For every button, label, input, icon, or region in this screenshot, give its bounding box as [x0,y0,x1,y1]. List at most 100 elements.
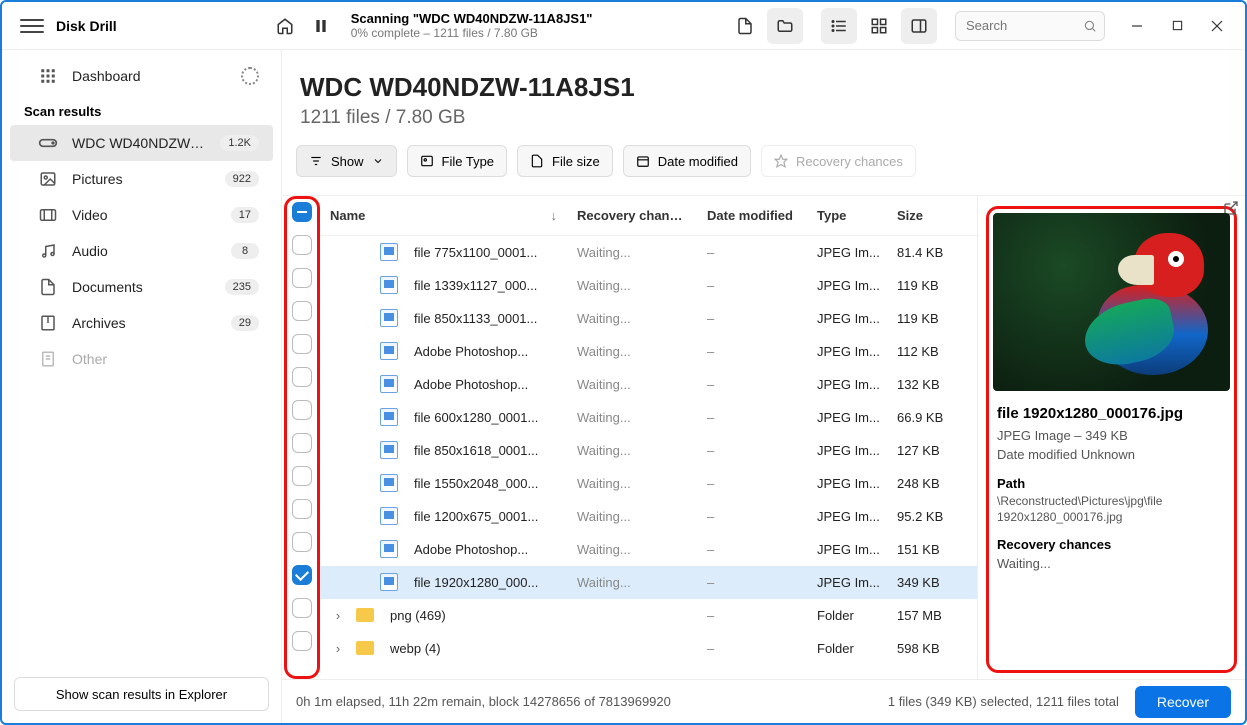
calendar-icon [636,154,650,168]
file-icon [380,474,398,492]
table-row[interactable]: file 850x1618_0001...Waiting...–JPEG Im.… [320,434,977,467]
maximize-button[interactable] [1159,11,1195,41]
table-row[interactable]: file 600x1280_0001...Waiting...–JPEG Im.… [320,401,977,434]
row-checkbox[interactable] [292,499,312,519]
cell-recovery: Waiting... [567,377,697,392]
row-checkbox[interactable] [292,466,312,486]
row-checkbox[interactable] [292,367,312,387]
status-bar: 0h 1m elapsed, 11h 22m remain, block 142… [282,679,1245,723]
file-size-filter[interactable]: File size [517,145,613,177]
file-name: Adobe Photoshop... [414,344,528,359]
search-field[interactable] [955,11,1105,41]
cell-type: JPEG Im... [807,410,887,425]
recovery-chances-filter[interactable]: Recovery chances [761,145,916,177]
cell-date: – [697,377,807,392]
expand-icon[interactable]: › [330,641,346,656]
table-row[interactable]: Adobe Photoshop...Waiting...–JPEG Im...1… [320,533,977,566]
row-checkbox[interactable] [292,565,312,585]
status-left: 0h 1m elapsed, 11h 22m remain, block 142… [296,694,671,709]
sidebar-item-audio[interactable]: Audio 8 [10,233,273,269]
cell-recovery: Waiting... [567,575,697,590]
folder-icon [356,641,374,655]
col-date-header[interactable]: Date modified [697,208,807,223]
row-checkbox[interactable] [292,235,312,255]
list-view-button[interactable] [821,8,857,44]
sidebar-item-pictures[interactable]: Pictures 922 [10,161,273,197]
table-row[interactable]: file 1339x1127_000...Waiting...–JPEG Im.… [320,269,977,302]
sidebar-dashboard[interactable]: Dashboard [10,58,273,94]
cell-type: JPEG Im... [807,278,887,293]
row-checkbox[interactable] [292,433,312,453]
table-row[interactable]: file 850x1133_0001...Waiting...–JPEG Im.… [320,302,977,335]
date-modified-filter[interactable]: Date modified [623,145,751,177]
col-name-header[interactable]: Name [330,208,365,223]
table-row[interactable]: file 1920x1280_000...Waiting...–JPEG Im.… [320,566,977,599]
table-row[interactable]: file 775x1100_0001...Waiting...–JPEG Im.… [320,236,977,269]
file-type-filter[interactable]: File Type [407,145,508,177]
table-row[interactable]: ›png (469)–Folder157 MB [320,599,977,632]
pause-button[interactable] [303,8,339,44]
file-view-button[interactable] [727,8,763,44]
cell-recovery: Waiting... [567,311,697,326]
row-checkbox[interactable] [292,268,312,288]
cell-recovery: Waiting... [567,278,697,293]
cell-size: 598 KB [887,641,977,656]
row-checkbox[interactable] [292,334,312,354]
col-type-header[interactable]: Type [807,208,887,223]
sidebar-group-scan-results: Scan results [2,94,281,125]
file-icon [380,342,398,360]
table-row[interactable]: file 1550x2048_000...Waiting...–JPEG Im.… [320,467,977,500]
sidebar-item-documents[interactable]: Documents 235 [10,269,273,305]
row-checkbox[interactable] [292,400,312,420]
close-button[interactable] [1199,11,1235,41]
sidebar-item-archives[interactable]: Archives 29 [10,305,273,341]
cell-date: – [697,509,807,524]
menu-icon[interactable] [20,14,44,38]
search-input[interactable] [955,11,1105,41]
sidebar-item-other[interactable]: Other [10,341,273,377]
file-name: png (469) [390,608,446,623]
filter-icon [309,154,323,168]
row-checkbox[interactable] [292,598,312,618]
show-in-explorer-button[interactable]: Show scan results in Explorer [14,677,269,711]
cell-size: 157 MB [887,608,977,623]
recover-button[interactable]: Recover [1135,686,1231,718]
cell-date: – [697,278,807,293]
other-icon [38,349,58,369]
select-all-checkbox[interactable] [292,202,312,222]
row-checkbox[interactable] [292,631,312,651]
preview-highlight-frame: file 1920x1280_000176.jpg JPEG Image – 3… [986,206,1237,673]
page-title: WDC WD40NDZW-11A8JS1 [300,72,1227,103]
show-filter[interactable]: Show [296,145,397,177]
sidebar-item-video[interactable]: Video 17 [10,197,273,233]
scan-status: Scanning "WDC WD40NDZW-11A8JS1" 0% compl… [351,11,601,40]
page-subtitle: 1211 files / 7.80 GB [300,107,1227,129]
sidebar-item-drive[interactable]: WDC WD40NDZW-11A... 1.2K [10,125,273,161]
table-row[interactable]: Adobe Photoshop...Waiting...–JPEG Im...1… [320,335,977,368]
pictures-icon [38,169,58,189]
scan-subtitle: 0% complete – 1211 files / 7.80 GB [351,26,601,40]
cell-size: 127 KB [887,443,977,458]
file-name: Adobe Photoshop... [414,542,528,557]
table-row[interactable]: Adobe Photoshop...Waiting...–JPEG Im...1… [320,368,977,401]
table-row[interactable]: ›webp (4)–Folder598 KB [320,632,977,665]
col-recovery-header[interactable]: Recovery chances [567,208,697,223]
home-button[interactable] [267,8,303,44]
cell-size: 81.4 KB [887,245,977,260]
parrot-image [1064,233,1214,383]
col-size-header[interactable]: Size [887,208,977,223]
cell-size: 66.9 KB [887,410,977,425]
table-header: Name↓ Recovery chances Date modified Typ… [320,196,977,236]
panel-view-button[interactable] [901,8,937,44]
row-checkbox[interactable] [292,532,312,552]
file-icon [380,441,398,459]
file-icon [380,309,398,327]
folder-view-button[interactable] [767,8,803,44]
cell-recovery: Waiting... [567,509,697,524]
file-name: file 1550x2048_000... [414,476,538,491]
row-checkbox[interactable] [292,301,312,321]
grid-view-button[interactable] [861,8,897,44]
table-row[interactable]: file 1200x675_0001...Waiting...–JPEG Im.… [320,500,977,533]
minimize-button[interactable] [1119,11,1155,41]
expand-icon[interactable]: › [330,608,346,623]
